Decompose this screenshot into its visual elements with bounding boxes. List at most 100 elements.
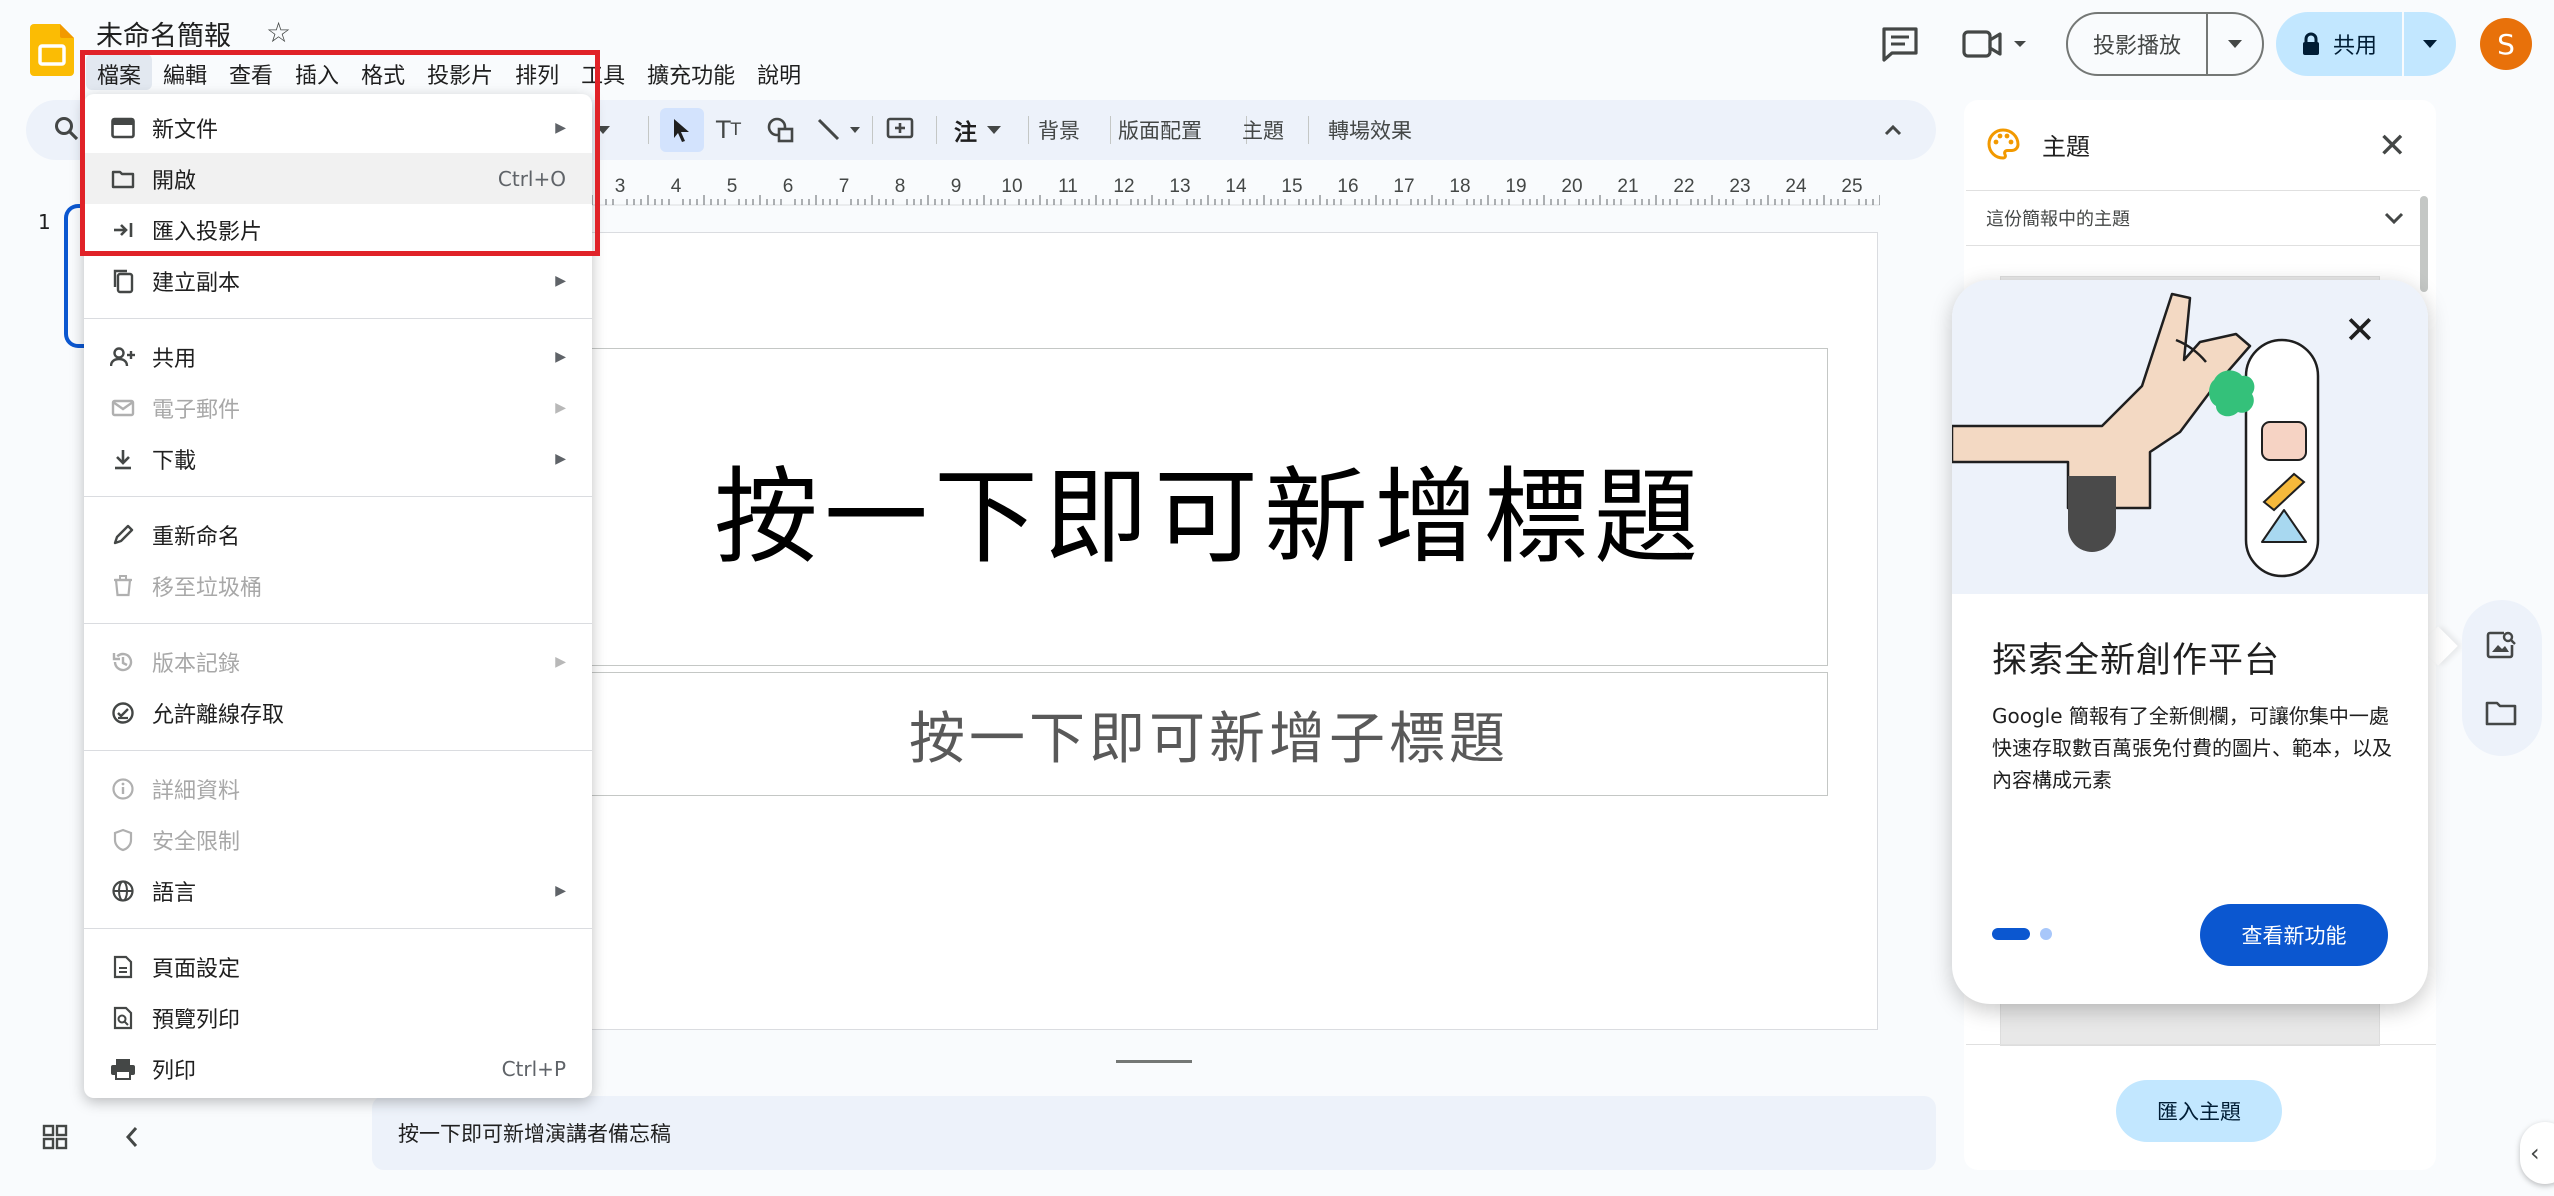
- zoom-dropdown[interactable]: [596, 100, 610, 160]
- shape-icon[interactable]: [766, 100, 796, 160]
- menu-divider: [84, 623, 592, 624]
- menu-item-security[interactable]: 安全限制: [84, 814, 592, 865]
- menu-item-print-preview[interactable]: 預覽列印: [84, 992, 592, 1043]
- menu-view[interactable]: 查看: [218, 54, 284, 90]
- menu-help[interactable]: 說明: [746, 54, 812, 90]
- chevron-left-icon[interactable]: [122, 1124, 142, 1150]
- search-menus-icon[interactable]: [54, 116, 80, 142]
- ruler-tick-label: 15: [1281, 176, 1302, 197]
- menu-edit[interactable]: 編輯: [152, 54, 218, 90]
- folder-icon[interactable]: [2484, 698, 2518, 728]
- menu-item-share[interactable]: 共用 ▶: [84, 331, 592, 382]
- caret-down-icon: [2423, 40, 2437, 48]
- menu-item-offline[interactable]: 允許離線存取: [84, 687, 592, 738]
- share-button[interactable]: 共用: [2276, 12, 2404, 76]
- share-options-dropdown[interactable]: [2404, 12, 2456, 76]
- menu-item-trash[interactable]: 移至垃圾桶: [84, 560, 592, 611]
- ruler-tick-label: 5: [727, 176, 738, 197]
- menu-tools[interactable]: 工具: [570, 54, 636, 90]
- see-whats-new-button[interactable]: 查看新功能: [2200, 904, 2388, 966]
- menu-slide[interactable]: 投影片: [416, 54, 504, 90]
- chevron-up-icon: [1884, 124, 1902, 136]
- subtitle-placeholder-text: 按一下即可新增子標題: [909, 706, 1509, 772]
- chevron-down-icon: [2384, 212, 2404, 224]
- image-search-icon[interactable]: [2484, 628, 2518, 662]
- menu-item-details[interactable]: 詳細資料: [84, 763, 592, 814]
- close-icon[interactable]: ✕: [2344, 308, 2376, 352]
- menu-item-language[interactable]: 語言 ▶: [84, 865, 592, 916]
- ruler-tick-label: 25: [1841, 176, 1862, 197]
- page-dot: [2040, 928, 2052, 940]
- menu-divider: [84, 928, 592, 929]
- menu-item-open[interactable]: 開啟 Ctrl+O: [84, 153, 592, 204]
- collapse-toolbar-button[interactable]: [1884, 100, 1902, 160]
- globe-icon: [110, 878, 136, 904]
- speaker-notes[interactable]: 按一下即可新增演講者備忘稿: [372, 1096, 1936, 1170]
- menu-item-new[interactable]: 新文件 ▶: [84, 102, 592, 153]
- ruler-tick-label: 13: [1169, 176, 1190, 197]
- ruler-tick-label: 20: [1561, 176, 1582, 197]
- background-button[interactable]: 背景: [1038, 100, 1080, 160]
- submenu-arrow-icon: ▶: [555, 450, 566, 467]
- subtitle-placeholder[interactable]: 按一下即可新增子標題: [590, 672, 1828, 796]
- insert-comment-icon[interactable]: [886, 100, 914, 160]
- submenu-arrow-icon: ▶: [555, 272, 566, 289]
- present-button-group: 投影播放: [2066, 12, 2264, 76]
- menu-item-print[interactable]: 列印 Ctrl+P: [84, 1043, 592, 1094]
- menu-arrange[interactable]: 排列: [504, 54, 570, 90]
- page-dot-active: [1992, 928, 2030, 940]
- share-button-group: 共用: [2276, 12, 2456, 76]
- menu-file[interactable]: 檔案: [86, 54, 153, 90]
- menu-item-email[interactable]: 電子郵件 ▶: [84, 382, 592, 433]
- mail-icon: [110, 395, 136, 421]
- theme-panel-title: 主題: [2042, 132, 2090, 161]
- star-icon[interactable]: ☆: [266, 16, 291, 49]
- pencil-icon: [110, 522, 136, 548]
- import-theme-button[interactable]: 匯入主題: [2116, 1080, 2282, 1142]
- theme-button[interactable]: 主題: [1242, 100, 1284, 160]
- present-options-dropdown[interactable]: [2208, 14, 2262, 74]
- menu-item-make-copy[interactable]: 建立副本 ▶: [84, 255, 592, 306]
- side-rail: [2462, 600, 2542, 756]
- chevron-left-icon: ‹: [2530, 1139, 2540, 1167]
- slides-logo-icon[interactable]: [30, 24, 74, 76]
- close-icon[interactable]: ✕: [2378, 126, 2407, 166]
- text-box-icon[interactable]: TT: [716, 100, 741, 160]
- ruler-tick-label: 21: [1617, 176, 1638, 197]
- menu-item-download[interactable]: 下載 ▶: [84, 433, 592, 484]
- present-button[interactable]: 投影播放: [2068, 14, 2208, 74]
- meet-icon[interactable]: [1962, 26, 2034, 62]
- lock-icon: [2302, 32, 2319, 55]
- submenu-arrow-icon: ▶: [555, 882, 566, 899]
- expand-side-panel-button[interactable]: ‹: [2520, 1122, 2554, 1184]
- document-title[interactable]: 未命名簡報: [96, 14, 231, 53]
- comment-format-dropdown[interactable]: 注: [954, 100, 1001, 160]
- menu-insert[interactable]: 插入: [284, 54, 350, 90]
- theme-panel-header: 主題: [1986, 124, 2090, 164]
- menu-item-import-slides[interactable]: 匯入投影片: [84, 204, 592, 255]
- ruler-tick-label: 3: [615, 176, 626, 197]
- title-placeholder[interactable]: 按一下即可新增標題: [590, 348, 1828, 666]
- layout-button[interactable]: 版面配置: [1118, 100, 1202, 160]
- notes-resize-handle[interactable]: [1116, 1060, 1192, 1063]
- ruler-tick-label: 19: [1505, 176, 1526, 197]
- title-placeholder-text: 按一下即可新增標題: [713, 455, 1704, 578]
- transition-button[interactable]: 轉場效果: [1328, 100, 1412, 160]
- comment-history-icon[interactable]: [1880, 26, 1920, 62]
- select-tool[interactable]: [660, 108, 704, 152]
- theme-source-dropdown[interactable]: 這份簡報中的主題: [1966, 190, 2420, 246]
- menu-item-rename[interactable]: 重新命名: [84, 509, 592, 560]
- line-tool-icon[interactable]: [816, 100, 862, 160]
- theme-panel-scrollbar[interactable]: [2420, 196, 2428, 292]
- menu-item-version-history[interactable]: 版本記錄 ▶: [84, 636, 592, 687]
- grid-view-icon[interactable]: [42, 1124, 68, 1150]
- menu-item-page-setup[interactable]: 頁面設定: [84, 941, 592, 992]
- horizontal-ruler[interactable]: 3 4 5 6 7 8 9 10 11 12 13 14 15 16 17 18 19 20 21 22 23 24 25: [580, 172, 1880, 206]
- menu-extensions[interactable]: 擴充功能: [636, 54, 746, 90]
- ruler-tick-label: 11: [1058, 176, 1078, 197]
- submenu-arrow-icon: ▶: [555, 399, 566, 416]
- shortcut-open: Ctrl+O: [497, 166, 566, 191]
- menu-format[interactable]: 格式: [350, 54, 416, 90]
- account-avatar[interactable]: S: [2480, 18, 2532, 70]
- share-label: 共用: [2332, 34, 2377, 59]
